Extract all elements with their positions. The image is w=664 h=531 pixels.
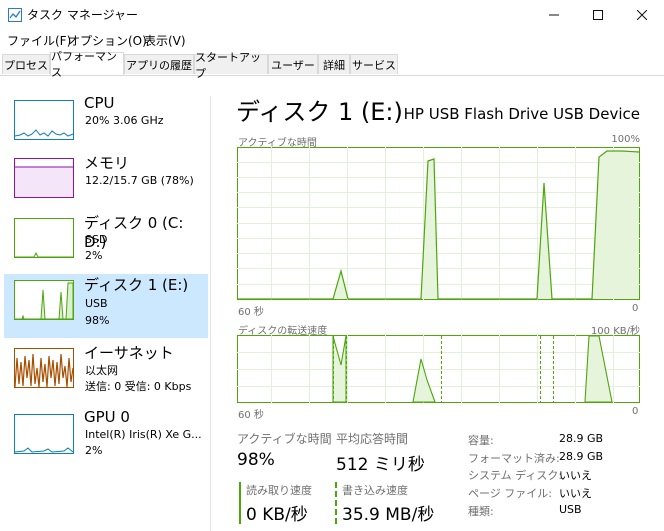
property-value: 28.9 GB xyxy=(559,450,604,463)
graph1-xleft: 60 秒 xyxy=(238,307,264,318)
property-value: 28.9 GB xyxy=(559,432,604,445)
tab-details[interactable]: 詳細 xyxy=(318,54,350,74)
disk0-thumbnail-graph xyxy=(14,218,74,258)
property-label: 種類: xyxy=(468,505,494,518)
graph2-xleft: 60 秒 xyxy=(238,410,264,421)
minimize-icon xyxy=(549,14,559,16)
write-speed-value: 35.9 MB/秒 xyxy=(342,505,435,525)
sidebar-item-ethernet[interactable]: イーサネット 以太网 送信: 0 受信: 0 Kbps xyxy=(4,342,208,406)
sidebar-detail: 送信: 0 受信: 0 Kbps xyxy=(85,380,192,393)
sidebar-detail: Intel(R) Iris(R) Xe G... xyxy=(85,428,202,441)
property-label: フォーマット済み: xyxy=(468,452,560,465)
sidebar-detail: SSD xyxy=(85,233,108,246)
sidebar-name: CPU xyxy=(84,94,115,112)
tab-performance[interactable]: パフォーマンス xyxy=(50,50,124,79)
device-name: HP USB Flash Drive USB Device xyxy=(403,105,640,123)
sidebar-detail: 98% xyxy=(85,314,110,327)
property-value: USB xyxy=(559,503,582,516)
sidebar-detail: 12.2/15.7 GB (78%) xyxy=(85,174,194,187)
ethernet-thumbnail-graph xyxy=(14,348,74,388)
sidebar-detail: USB xyxy=(85,297,108,310)
sidebar-item-disk1[interactable]: ディスク 1 (E:) USB 98% xyxy=(4,274,208,338)
property-label: 容量: xyxy=(468,434,494,447)
menu-options[interactable]: オプション(O) xyxy=(68,32,147,49)
sidebar-detail: 2% xyxy=(85,444,103,457)
title-bar: タスク マネージャー xyxy=(0,0,664,30)
sidebar-name: イーサネット xyxy=(84,344,174,362)
sidebar-item-memory[interactable]: メモリ 12.2/15.7 GB (78%) xyxy=(4,152,208,216)
panel-divider xyxy=(210,96,211,531)
page-title: ディスク 1 (E:) xyxy=(236,98,403,126)
tab-processes[interactable]: プロセス xyxy=(2,54,50,74)
tab-users[interactable]: ユーザー xyxy=(268,54,318,74)
sidebar-detail: 2% xyxy=(85,249,103,262)
sidebar-name: メモリ xyxy=(84,154,130,172)
maximize-icon xyxy=(593,10,603,20)
tab-app-history[interactable]: アプリの履歴 xyxy=(124,54,194,74)
read-speed-indicator xyxy=(239,482,241,524)
sidebar-item-gpu[interactable]: GPU 0 Intel(R) Iris(R) Xe G... 2% xyxy=(4,408,208,472)
sidebar-item-cpu[interactable]: CPU 20% 3.06 GHz xyxy=(4,94,208,158)
sidebar-item-disk0[interactable]: ディスク 0 (C: D:) SSD 2% xyxy=(4,212,208,276)
memory-thumbnail-graph xyxy=(14,158,74,198)
maximize-button[interactable] xyxy=(576,0,620,30)
write-speed-label: 書き込み速度 xyxy=(342,484,408,497)
property-label: ページ ファイル: xyxy=(468,487,552,500)
minimize-button[interactable] xyxy=(532,0,576,30)
active-time-graph xyxy=(237,147,640,300)
transfer-rate-graph xyxy=(237,335,640,403)
graph1-max: 100% xyxy=(611,134,640,145)
disk1-thumbnail-graph xyxy=(14,280,74,320)
menu-bar: ファイル(F) オプション(O) 表示(V) xyxy=(0,30,664,50)
read-speed-value: 0 KB/秒 xyxy=(246,505,308,525)
graph2-xright: 0 xyxy=(632,406,639,417)
close-icon xyxy=(637,10,647,20)
cpu-thumbnail-graph xyxy=(14,100,74,140)
sidebar-detail: 以太网 xyxy=(85,364,118,377)
active-time-label: アクティブな時間 xyxy=(237,432,332,446)
tab-startup[interactable]: スタートアップ xyxy=(194,51,268,80)
sidebar-name: ディスク 1 (E:) xyxy=(84,276,189,294)
active-time-value: 98% xyxy=(237,450,275,470)
read-speed-label: 読み取り速度 xyxy=(246,484,312,497)
property-value: いいえ xyxy=(559,469,592,482)
property-label: システム ディスク: xyxy=(468,469,563,482)
sidebar-detail: 20% 3.06 GHz xyxy=(85,114,164,127)
menu-view[interactable]: 表示(V) xyxy=(144,32,186,49)
window-title: タスク マネージャー xyxy=(27,8,138,22)
write-speed-indicator xyxy=(335,482,337,524)
resource-sidebar: CPU 20% 3.06 GHz メモリ 12.2/15.7 GB (78%) … xyxy=(0,76,210,531)
tab-services[interactable]: サービス xyxy=(350,54,398,74)
property-value: いいえ xyxy=(559,487,592,500)
response-time-value: 512 ミリ秒 xyxy=(336,455,425,475)
tab-bar: プロセス パフォーマンス アプリの履歴 スタートアップ ユーザー 詳細 サービス xyxy=(0,50,664,80)
close-button[interactable] xyxy=(620,0,664,30)
gpu-thumbnail-graph xyxy=(14,414,74,454)
graph1-xright: 0 xyxy=(632,303,639,314)
response-time-label: 平均応答時間 xyxy=(336,432,409,446)
sidebar-name: GPU 0 xyxy=(84,408,130,426)
menu-file[interactable]: ファイル(F) xyxy=(7,32,71,49)
task-manager-icon xyxy=(8,8,22,22)
